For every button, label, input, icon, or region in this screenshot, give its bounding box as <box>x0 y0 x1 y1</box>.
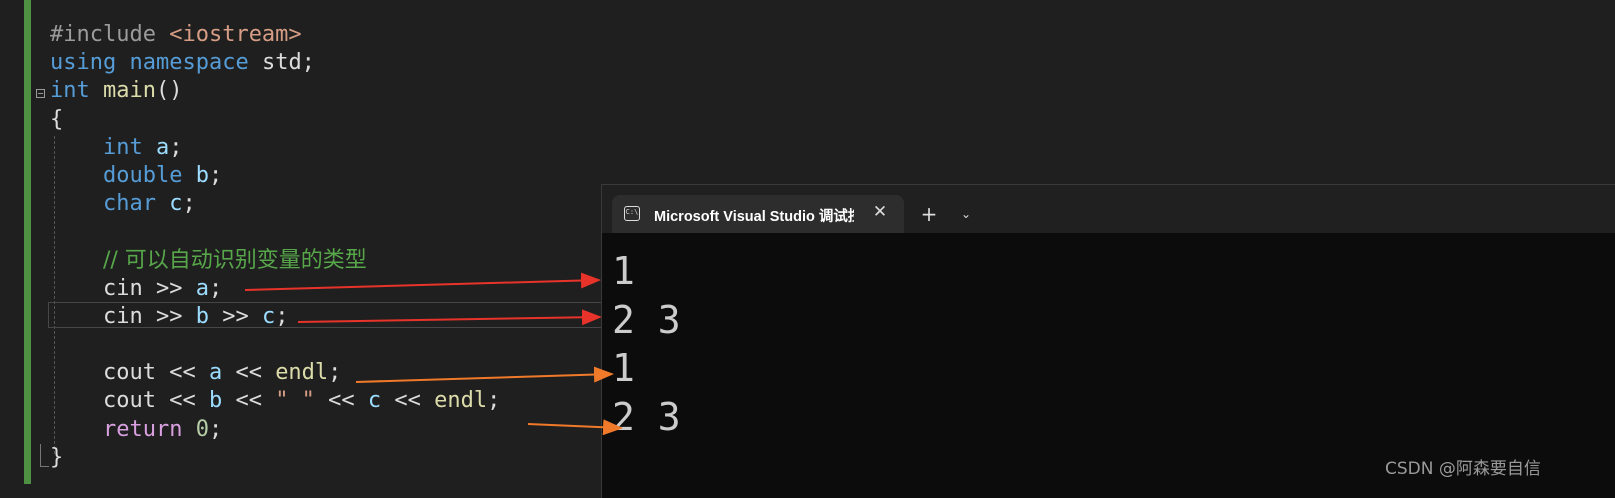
arrow-orange-2 <box>527 419 623 436</box>
arrow-red-2 <box>297 309 602 326</box>
watermark: CSDN @阿森要自信 <box>1385 459 1541 479</box>
arrow-orange-1 <box>355 366 614 383</box>
annotation-arrows <box>244 272 623 436</box>
arrow-red-1 <box>244 272 601 291</box>
